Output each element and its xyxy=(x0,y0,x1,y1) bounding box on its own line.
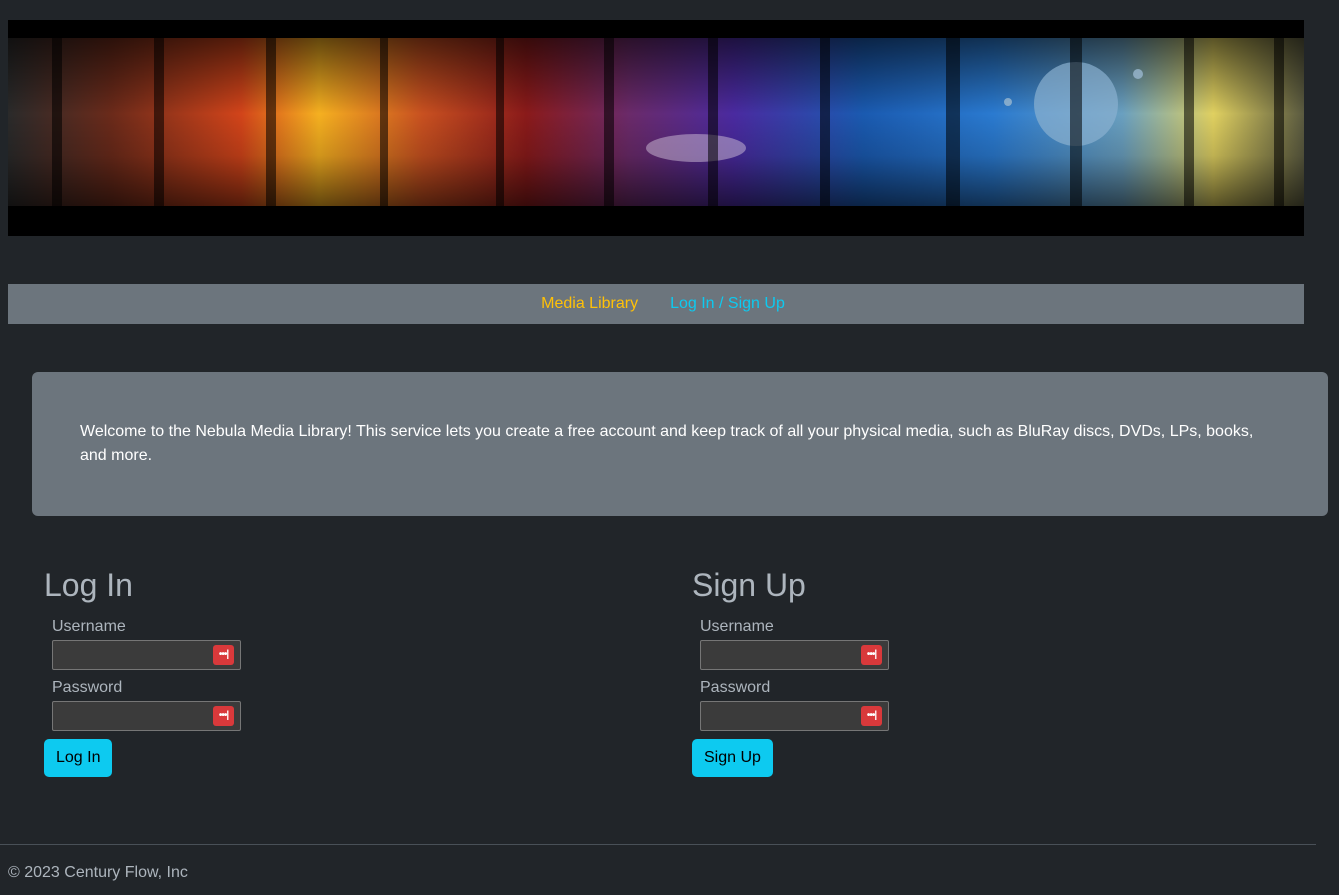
signup-password-label: Password xyxy=(700,679,771,696)
signup-form: Sign Up Username •••| Password •••| Sign… xyxy=(692,565,1312,777)
login-username-field: Username •••| xyxy=(52,617,664,670)
login-password-label: Password xyxy=(52,679,123,696)
header-banner-image xyxy=(8,20,1304,236)
login-username-label: Username xyxy=(52,618,126,635)
top-navbar: Media Library Log In / Sign Up xyxy=(8,284,1304,324)
signup-password-field: Password •••| xyxy=(700,678,1312,731)
signup-username-field: Username •••| xyxy=(700,617,1312,670)
login-form: Log In Username •••| Password •••| Log I… xyxy=(44,565,664,777)
password-manager-icon[interactable]: •••| xyxy=(213,645,234,665)
signup-username-label: Username xyxy=(700,618,774,635)
nav-link-media-library[interactable]: Media Library xyxy=(541,295,638,313)
login-button[interactable]: Log In xyxy=(44,739,113,777)
footer-divider xyxy=(0,844,1316,845)
password-manager-icon[interactable]: •••| xyxy=(861,706,882,726)
password-manager-icon[interactable]: •••| xyxy=(213,706,234,726)
password-manager-icon[interactable]: •••| xyxy=(861,645,882,665)
signup-title: Sign Up xyxy=(692,567,806,603)
signup-button[interactable]: Sign Up xyxy=(692,739,773,777)
welcome-panel: Welcome to the Nebula Media Library! Thi… xyxy=(32,372,1328,516)
welcome-text: Welcome to the Nebula Media Library! Thi… xyxy=(80,423,1254,464)
footer-copyright: © 2023 Century Flow, Inc xyxy=(8,864,188,881)
login-password-field: Password •••| xyxy=(52,678,664,731)
login-title: Log In xyxy=(44,567,133,603)
nav-link-login-signup[interactable]: Log In / Sign Up xyxy=(670,295,785,313)
